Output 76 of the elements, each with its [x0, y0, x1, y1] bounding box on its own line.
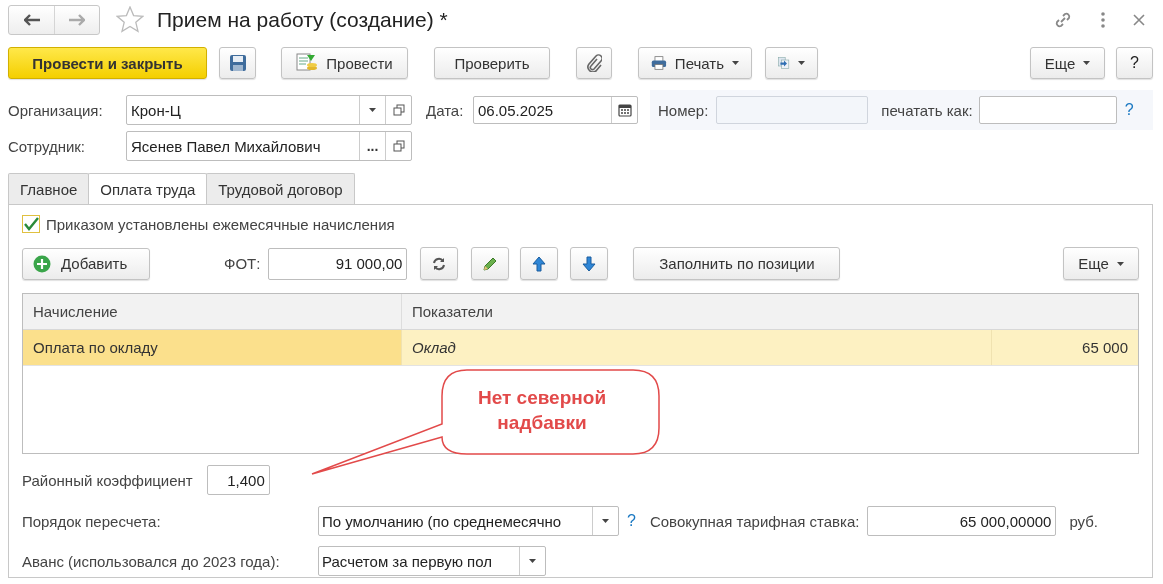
number-field[interactable]: [716, 96, 869, 124]
open-window-icon: [392, 140, 405, 152]
column-header: Показатели: [411, 302, 494, 322]
print-button[interactable]: Печать: [638, 47, 752, 79]
payroll-fund-field[interactable]: 91 000,00: [268, 247, 408, 280]
post-button[interactable]: Провести: [281, 47, 408, 79]
window-title: Прием на работу (создание) *: [157, 8, 448, 32]
star-icon[interactable]: [116, 6, 144, 34]
field-label: Дата:: [426, 101, 465, 119]
checkbox-label: Приказом установлены ежемесячные начисления: [46, 215, 395, 233]
advance-field[interactable]: Расчетом за первую пол: [318, 546, 546, 576]
down-arrow-icon: [582, 255, 597, 272]
post-and-close-button[interactable]: Провести и закрыть: [8, 47, 207, 79]
save-button[interactable]: [219, 47, 256, 79]
tab[interactable]: Трудовой договор: [206, 173, 355, 204]
export-button[interactable]: [765, 47, 818, 79]
field-label: Совокупная тарифная ставка:: [649, 512, 860, 530]
pencil-icon: [482, 255, 499, 272]
caret-icon: [1116, 261, 1124, 266]
edit-button[interactable]: [471, 247, 510, 280]
help-link[interactable]: ?: [627, 512, 636, 530]
left-arrow-icon: [23, 14, 40, 26]
checkbox[interactable]: [22, 215, 40, 233]
help-link[interactable]: ?: [1124, 101, 1134, 119]
field-label: Организация:: [8, 101, 104, 119]
move-down-button[interactable]: [570, 247, 609, 280]
fill-by-position-button[interactable]: Заполнить по позиции: [633, 247, 841, 280]
callout-text: Нет северной надбавки: [476, 386, 608, 435]
more-button[interactable]: Еще: [1063, 247, 1139, 280]
tab[interactable]: Главное: [8, 173, 90, 204]
date-field[interactable]: 06.05.2025: [473, 96, 638, 124]
select-button[interactable]: ...: [359, 132, 385, 160]
move-up-button[interactable]: [520, 247, 559, 280]
caret-icon: [369, 108, 376, 112]
right-arrow-icon: [69, 14, 85, 26]
link-icon[interactable]: [1053, 10, 1073, 30]
calendar-icon: [617, 103, 632, 117]
refresh-button[interactable]: [420, 247, 459, 280]
field-label: Порядок пересчета:: [22, 512, 162, 530]
document-coins-icon: [296, 53, 319, 73]
check-button[interactable]: Проверить: [434, 47, 550, 79]
field-label: Районный коэффициент: [22, 471, 193, 489]
field-label: Номер:: [658, 101, 709, 119]
table-cell-text: 65 000: [1081, 338, 1129, 358]
paperclip-icon: [586, 54, 602, 72]
unit-label: руб.: [1069, 512, 1099, 530]
caret-icon: [732, 61, 739, 65]
recalculation-field[interactable]: По умолчанию (по среднемесячно: [318, 506, 619, 536]
printer-icon: [651, 54, 667, 72]
caret-icon: [529, 559, 536, 563]
tariff-rate-field[interactable]: 65 000,00000: [867, 506, 1057, 536]
open-window-icon: [392, 104, 405, 116]
table-cell: Оклад: [402, 330, 992, 365]
up-arrow-icon: [532, 255, 547, 272]
plus-circle-icon: [33, 254, 51, 273]
add-button[interactable]: Добавить: [22, 247, 150, 280]
print-as-field[interactable]: [978, 96, 1117, 124]
more-vertical-icon[interactable]: [1101, 12, 1105, 28]
help-button[interactable]: ?: [1116, 47, 1153, 79]
caret-icon: [798, 61, 805, 65]
close-icon[interactable]: [1133, 14, 1145, 26]
organization-field[interactable]: Крон-Ц: [126, 95, 412, 125]
field-label: Сотрудник:: [8, 137, 87, 155]
refresh-icon: [432, 256, 447, 271]
column-header: Начисление: [23, 294, 402, 329]
caret-icon: [602, 519, 609, 523]
table-cell: Оплата по окладу: [23, 330, 402, 365]
coefficient-field[interactable]: 1,400: [206, 465, 270, 495]
employee-field[interactable]: Ясенев Павел Михайлович ...: [126, 131, 412, 161]
more-button[interactable]: Еще: [1030, 47, 1105, 79]
table-row[interactable]: Оплата по окладу Оклад 65 000: [23, 330, 1138, 366]
field-label: ФОТ:: [224, 255, 261, 272]
field-label: печатать как:: [881, 101, 973, 119]
attach-button[interactable]: [576, 47, 612, 79]
field-label: Аванс (использовался до 2023 года):: [22, 552, 281, 570]
caret-icon: [1083, 61, 1091, 65]
